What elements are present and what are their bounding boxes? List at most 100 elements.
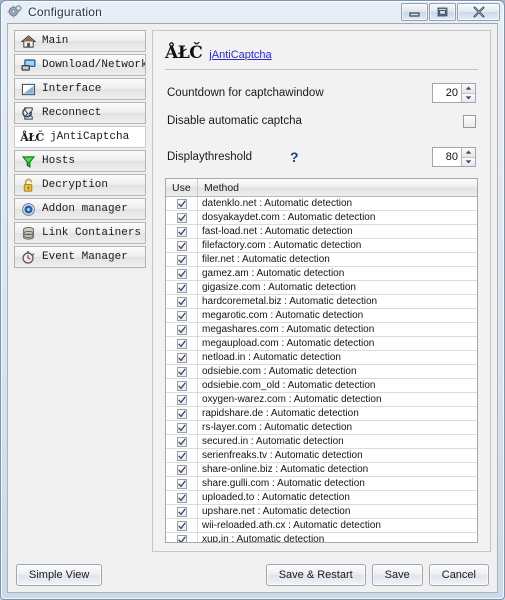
sidebar-item-reconnect[interactable]: Reconnect [14,102,146,124]
row-use-checkbox[interactable] [176,198,187,209]
row-use-cell[interactable] [166,477,198,490]
table-row[interactable]: serienfreaks.tv : Automatic detection [166,449,477,463]
disable-auto-captcha-checkbox[interactable] [463,114,476,128]
row-use-cell[interactable] [166,281,198,294]
row-use-checkbox[interactable] [176,492,187,503]
row-use-checkbox[interactable] [176,352,187,363]
table-row[interactable]: rapidshare.de : Automatic detection [166,407,477,421]
row-use-cell[interactable] [166,407,198,420]
row-use-cell[interactable] [166,505,198,518]
sidebar-item-download-network[interactable]: Download/Network [14,54,146,76]
row-use-checkbox[interactable] [176,464,187,475]
row-use-checkbox[interactable] [176,380,187,391]
row-use-checkbox[interactable] [176,506,187,517]
sidebar-item-janticaptcha[interactable]: ÅŁČ jAntiCaptcha [14,126,146,148]
row-use-cell[interactable] [166,435,198,448]
save-button[interactable]: Save [371,564,423,586]
row-use-checkbox[interactable] [176,268,187,279]
spinner-up-button[interactable] [462,84,475,93]
table-row[interactable]: filer.net : Automatic detection [166,253,477,267]
row-use-checkbox[interactable] [176,534,187,542]
row-use-cell[interactable] [166,491,198,504]
sidebar-item-hosts[interactable]: Hosts [14,150,146,172]
row-use-checkbox[interactable] [176,226,187,237]
row-use-checkbox[interactable] [176,450,187,461]
row-use-checkbox[interactable] [176,310,187,321]
row-use-checkbox[interactable] [176,324,187,335]
simple-view-button[interactable]: Simple View [16,564,103,586]
table-row[interactable]: dosyakaydet.com : Automatic detection [166,211,477,225]
row-use-checkbox[interactable] [176,212,187,223]
row-use-cell[interactable] [166,197,198,210]
maximize-button[interactable] [429,3,456,21]
table-row[interactable]: datenklo.net : Automatic detection [166,197,477,211]
table-row[interactable]: rs-layer.com : Automatic detection [166,421,477,435]
row-use-checkbox[interactable] [176,436,187,447]
sidebar-item-decryption[interactable]: Decryption [14,174,146,196]
row-use-cell[interactable] [166,239,198,252]
janticaptcha-link[interactable]: jAntiCaptcha [209,49,271,61]
table-row[interactable]: gamez.am : Automatic detection [166,267,477,281]
table-row[interactable]: gigasize.com : Automatic detection [166,281,477,295]
row-use-checkbox[interactable] [176,366,187,377]
table-row[interactable]: hardcoremetal.biz : Automatic detection [166,295,477,309]
sidebar-item-main[interactable]: Main [14,30,146,52]
table-row[interactable]: wii-reloaded.ath.cx : Automatic detectio… [166,519,477,533]
table-row[interactable]: upshare.net : Automatic detection [166,505,477,519]
row-use-cell[interactable] [166,463,198,476]
table-row[interactable]: odsiebie.com : Automatic detection [166,365,477,379]
displaythreshold-spinner[interactable]: 80 [432,147,476,167]
column-header-method[interactable]: Method [198,179,477,196]
close-button[interactable] [457,3,500,21]
row-use-cell[interactable] [166,421,198,434]
row-use-cell[interactable] [166,379,198,392]
table-row[interactable]: share.gulli.com : Automatic detection [166,477,477,491]
row-use-cell[interactable] [166,365,198,378]
table-row[interactable]: odsiebie.com_old : Automatic detection [166,379,477,393]
row-use-checkbox[interactable] [176,422,187,433]
row-use-cell[interactable] [166,211,198,224]
table-row[interactable]: oxygen-warez.com : Automatic detection [166,393,477,407]
row-use-cell[interactable] [166,393,198,406]
row-use-checkbox[interactable] [176,296,187,307]
methods-table[interactable]: Use Method datenklo.net : Automatic dete… [165,178,478,543]
row-use-checkbox[interactable] [176,240,187,251]
row-use-checkbox[interactable] [176,254,187,265]
row-use-cell[interactable] [166,351,198,364]
row-use-checkbox[interactable] [176,478,187,489]
table-row[interactable]: netload.in : Automatic detection [166,351,477,365]
row-use-checkbox[interactable] [176,394,187,405]
row-use-checkbox[interactable] [176,338,187,349]
row-use-cell[interactable] [166,253,198,266]
table-row[interactable]: uploaded.to : Automatic detection [166,491,477,505]
table-row[interactable]: megarotic.com : Automatic detection [166,309,477,323]
spinner-down-button[interactable] [462,156,475,166]
row-use-checkbox[interactable] [176,282,187,293]
sidebar-item-addon-manager[interactable]: Addon manager [14,198,146,220]
row-use-cell[interactable] [166,337,198,350]
table-row[interactable]: secured.in : Automatic detection [166,435,477,449]
row-use-cell[interactable] [166,519,198,532]
table-row[interactable]: megashares.com : Automatic detection [166,323,477,337]
table-row[interactable]: filefactory.com : Automatic detection [166,239,477,253]
row-use-checkbox[interactable] [176,408,187,419]
countdown-value[interactable]: 20 [433,84,461,102]
displaythreshold-value[interactable]: 80 [433,148,461,166]
row-use-cell[interactable] [166,533,198,542]
row-use-cell[interactable] [166,225,198,238]
spinner-up-button[interactable] [462,148,475,157]
table-row[interactable]: fast-load.net : Automatic detection [166,225,477,239]
row-use-cell[interactable] [166,295,198,308]
sidebar-item-link-containers[interactable]: Link Containers [14,222,146,244]
sidebar-item-interface[interactable]: Interface [14,78,146,100]
cancel-button[interactable]: Cancel [428,564,489,586]
row-use-cell[interactable] [166,323,198,336]
table-row[interactable]: xup.in : Automatic detection [166,533,477,542]
row-use-cell[interactable] [166,449,198,462]
sidebar-item-event-manager[interactable]: Event Manager [14,246,146,268]
row-use-cell[interactable] [166,267,198,280]
column-header-use[interactable]: Use [166,179,198,196]
table-row[interactable]: megaupload.com : Automatic detection [166,337,477,351]
row-use-cell[interactable] [166,309,198,322]
countdown-spinner[interactable]: 20 [432,83,476,103]
